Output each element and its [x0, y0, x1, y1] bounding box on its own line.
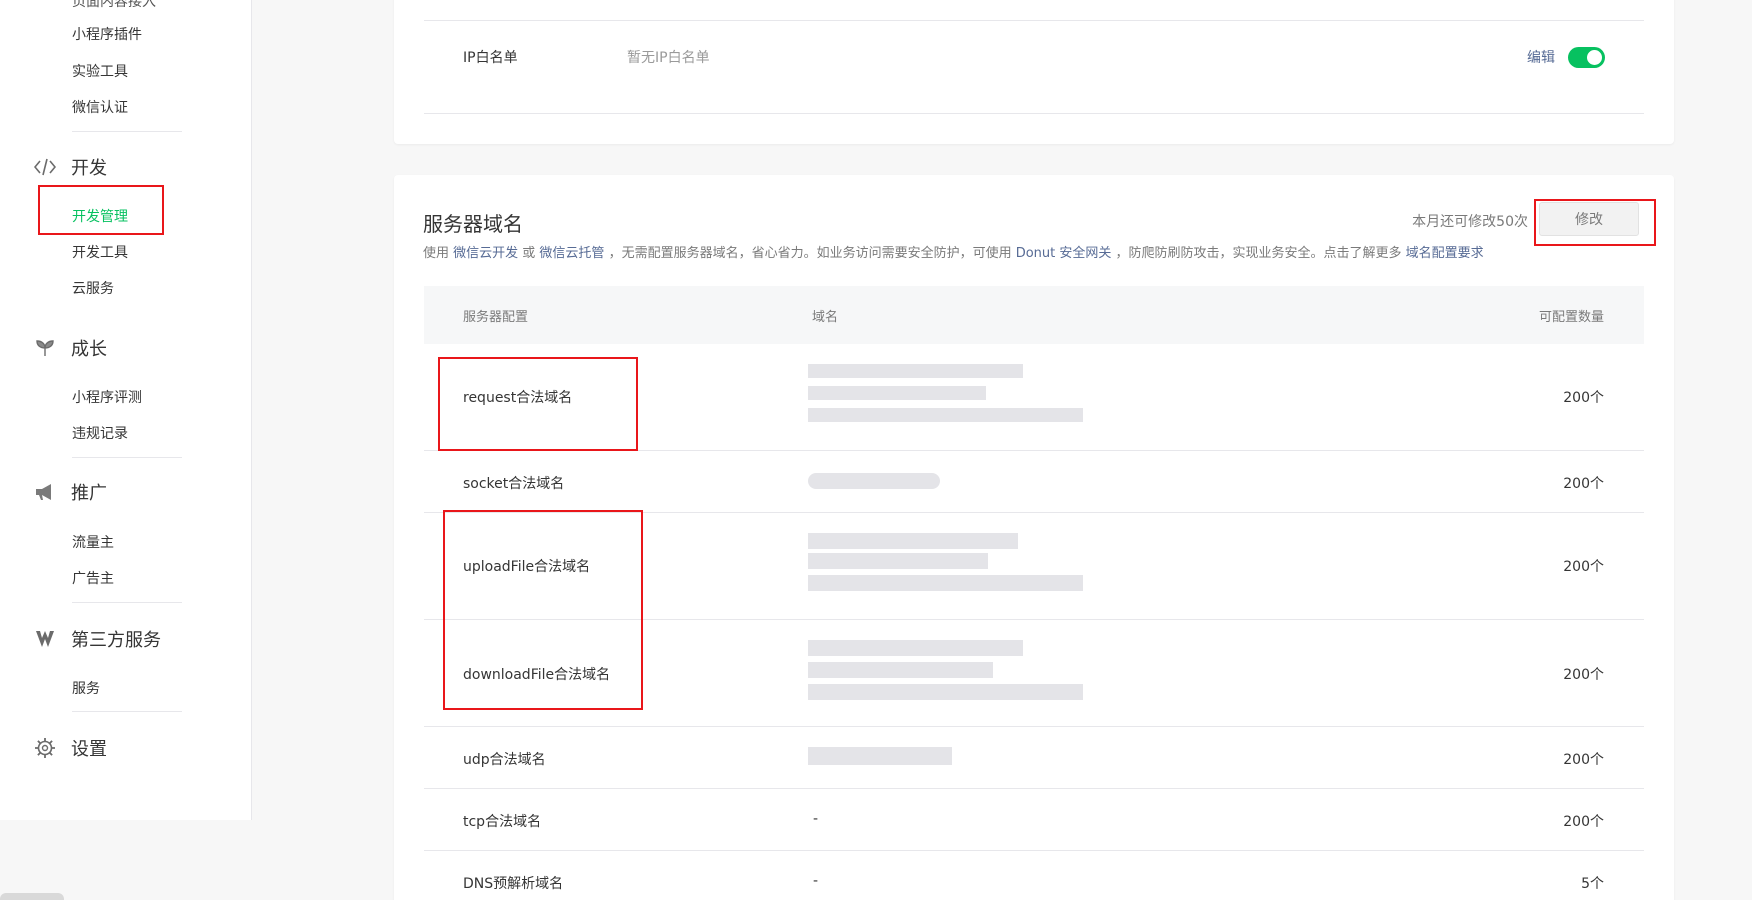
- toggle-knob: [1587, 50, 1602, 65]
- sidebar-item-experiment-tools[interactable]: 实验工具: [72, 61, 128, 81]
- column-header-count: 可配置数量: [1538, 310, 1604, 325]
- row-config-udp: udp合法域名: [463, 752, 546, 768]
- row-config-socket: socket合法域名: [463, 476, 565, 492]
- sidebar-item-services[interactable]: 服务: [72, 678, 100, 698]
- sidebar-section-growth-label: 成长: [71, 339, 107, 360]
- column-header-config: 服务器配置: [463, 310, 529, 325]
- domain-requirements-link[interactable]: 域名配置要求: [1406, 246, 1484, 261]
- sprout-icon: [34, 337, 56, 359]
- megaphone-icon: [34, 481, 56, 503]
- row-divider: [424, 113, 1644, 114]
- sidebar-item-dev-tools[interactable]: 开发工具: [72, 242, 128, 262]
- sidebar-item-wechat-verify[interactable]: 微信认证: [72, 97, 128, 117]
- redacted-domain: [808, 640, 1088, 710]
- sidebar-section-develop-label: 开发: [71, 158, 107, 179]
- donut-gateway-link[interactable]: Donut 安全网关: [1016, 246, 1112, 261]
- row-count: 200个: [1563, 390, 1604, 406]
- sidebar-item-traffic-owner[interactable]: 流量主: [72, 532, 114, 552]
- row-count: 200个: [1563, 559, 1604, 575]
- ip-whitelist-value: 暂无IP白名单: [627, 50, 710, 66]
- row-count: 200个: [1563, 814, 1604, 830]
- server-domain-title: 服务器域名: [423, 212, 523, 236]
- column-header-domain: 域名: [812, 310, 839, 325]
- cloud-hosting-link[interactable]: 微信云托管: [539, 246, 604, 261]
- third-party-icon: [34, 628, 56, 650]
- desc-text: 使用: [423, 246, 454, 261]
- row-count: 200个: [1563, 752, 1604, 768]
- sidebar-nav: 页面内容接入 小程序插件 实验工具 微信认证 开发 开发管理 开发工具 云服务 …: [0, 0, 252, 820]
- sidebar-divider: [72, 711, 182, 712]
- sidebar-section-develop[interactable]: 开发: [34, 154, 107, 180]
- sidebar-divider: [72, 457, 182, 458]
- sidebar-item-mini-program-review[interactable]: 小程序评测: [72, 387, 142, 407]
- scrollbar-tab[interactable]: [0, 893, 64, 900]
- sidebar-divider: [72, 602, 182, 603]
- redacted-domain: [808, 364, 1088, 434]
- sidebar-item-cloud-service[interactable]: 云服务: [72, 278, 114, 298]
- ip-whitelist-label: IP白名单: [463, 50, 518, 66]
- highlight-box-modify: [1534, 199, 1656, 246]
- server-domain-description: 使用 微信云开发 或 微信云托管 ，无需配置服务器域名，省心省力。如业务访问需要…: [423, 242, 1484, 261]
- redacted-domain: [808, 473, 948, 493]
- row-domain: -: [813, 873, 819, 889]
- sidebar-section-settings[interactable]: 设置: [34, 735, 107, 761]
- highlight-box-request: [438, 357, 638, 451]
- table-row: udp合法域名 200个: [424, 727, 1644, 789]
- table-row: socket合法域名 200个: [424, 451, 1644, 513]
- row-config-tcp: tcp合法域名: [463, 814, 542, 830]
- sidebar-item-violation-records[interactable]: 违规记录: [72, 423, 128, 443]
- highlight-box-dev-management: [38, 185, 164, 235]
- row-divider: [424, 20, 1644, 21]
- modify-quota-text: 本月还可修改50次: [1412, 214, 1528, 230]
- sidebar-divider: [72, 131, 182, 132]
- sidebar-item-page-content[interactable]: 页面内容接入: [72, 0, 156, 11]
- row-domain: -: [813, 811, 819, 827]
- row-count: 200个: [1563, 667, 1604, 683]
- sidebar-section-promotion[interactable]: 推广: [34, 479, 107, 505]
- code-icon: [34, 156, 56, 178]
- table-row: tcp合法域名 - 200个: [424, 789, 1644, 851]
- sidebar-section-third-party-label: 第三方服务: [71, 630, 161, 651]
- table-row: DNS预解析域名 - 5个: [424, 851, 1644, 900]
- sidebar-section-growth[interactable]: 成长: [34, 335, 107, 361]
- highlight-box-upload-download: [443, 510, 643, 710]
- gear-icon: [34, 737, 56, 759]
- desc-text: ，无需配置服务器域名，省心省力。如业务访问需要安全防护，可使用: [604, 246, 1016, 261]
- domain-table-header: 服务器配置 域名 可配置数量: [424, 286, 1644, 344]
- ip-whitelist-card: IP白名单 暂无IP白名单 编辑: [394, 0, 1674, 144]
- sidebar-section-third-party[interactable]: 第三方服务: [34, 626, 161, 652]
- ip-whitelist-edit-link[interactable]: 编辑: [1527, 47, 1555, 67]
- sidebar-item-advertiser[interactable]: 广告主: [72, 568, 114, 588]
- cloud-dev-link[interactable]: 微信云开发: [453, 246, 518, 261]
- ip-whitelist-toggle[interactable]: [1568, 47, 1605, 68]
- desc-text: 或: [518, 246, 540, 261]
- sidebar-section-settings-label: 设置: [71, 739, 107, 760]
- redacted-domain: [808, 533, 1088, 603]
- row-count: 200个: [1563, 476, 1604, 492]
- row-config-dns-prefetch: DNS预解析域名: [463, 876, 564, 892]
- sidebar-item-plugins[interactable]: 小程序插件: [72, 24, 142, 44]
- redacted-domain: [808, 747, 958, 769]
- server-domain-card: 服务器域名 本月还可修改50次 修改 使用 微信云开发 或 微信云托管 ，无需配…: [394, 175, 1674, 900]
- row-count: 5个: [1581, 876, 1604, 892]
- desc-text: ，防爬防刷防攻击，实现业务安全。点击了解更多: [1111, 246, 1406, 261]
- sidebar-section-promotion-label: 推广: [71, 483, 107, 504]
